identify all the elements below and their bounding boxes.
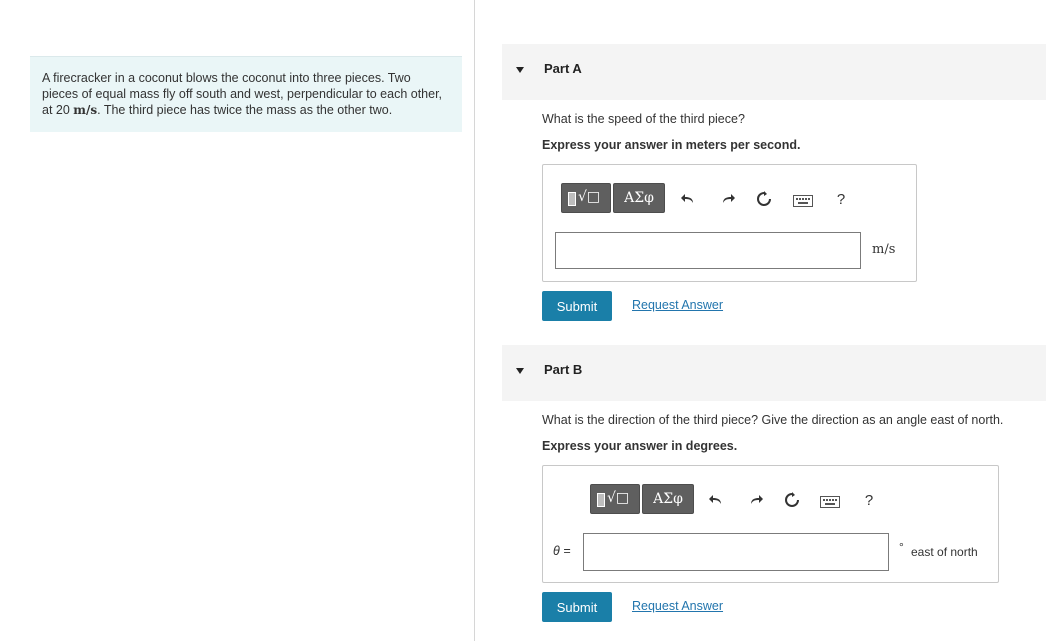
math-template-button[interactable]: √□ (561, 183, 611, 213)
column-divider (474, 0, 475, 641)
part-a-header[interactable]: Part A (502, 44, 1046, 100)
template-box-icon (568, 192, 576, 206)
keyboard-icon[interactable] (819, 492, 841, 512)
undo-icon[interactable] (678, 189, 698, 209)
undo-icon[interactable] (706, 490, 726, 510)
reset-icon[interactable] (754, 189, 774, 209)
problem-math-unit: m/s (73, 103, 98, 117)
help-icon[interactable]: ? (859, 490, 879, 510)
part-a-instruction: Express your answer in meters per second… (542, 138, 801, 152)
part-b-header[interactable]: Part B (502, 345, 1046, 401)
part-b-instruction: Express your answer in degrees. (542, 439, 738, 453)
part-b-request-answer-link[interactable]: Request Answer (632, 599, 723, 613)
collapse-triangle-icon[interactable] (516, 368, 524, 374)
part-a-answer-input[interactable] (555, 232, 861, 269)
part-b-unit-text: east of north (911, 545, 978, 559)
problem-statement: A firecracker in a coconut blows the coc… (30, 56, 462, 132)
redo-icon[interactable] (746, 490, 766, 510)
greek-symbols-button[interactable]: ΑΣφ (642, 484, 694, 514)
degree-symbol: ° (899, 540, 904, 554)
part-a-question: What is the speed of the third piece? (542, 112, 745, 126)
help-icon[interactable]: ? (831, 189, 851, 209)
part-a-request-answer-link[interactable]: Request Answer (632, 298, 723, 312)
math-template-button[interactable]: √□ (590, 484, 640, 514)
part-b-question: What is the direction of the third piece… (542, 413, 1004, 427)
part-b-answer-box: √□ ΑΣφ ? θ = ° east of north (542, 465, 999, 583)
part-b-title: Part B (544, 362, 583, 377)
part-a-title: Part A (544, 61, 582, 76)
part-a-answer-box: √□ ΑΣφ ? m/s (542, 164, 917, 282)
problem-text-b: . The third piece has twice the mass as … (97, 103, 393, 117)
sqrt-icon: √□ (578, 189, 601, 205)
part-b-submit-button[interactable]: Submit (542, 592, 612, 622)
keyboard-icon[interactable] (792, 191, 814, 211)
part-a-submit-button[interactable]: Submit (542, 291, 612, 321)
greek-symbols-button[interactable]: ΑΣφ (613, 183, 665, 213)
reset-icon[interactable] (782, 490, 802, 510)
sqrt-icon: √□ (607, 490, 630, 506)
theta-label: θ = (553, 544, 571, 558)
redo-icon[interactable] (718, 189, 738, 209)
collapse-triangle-icon[interactable] (516, 67, 524, 73)
part-a-unit: m/s (872, 242, 896, 257)
part-b-answer-input[interactable] (583, 533, 889, 571)
template-box-icon (597, 493, 605, 507)
